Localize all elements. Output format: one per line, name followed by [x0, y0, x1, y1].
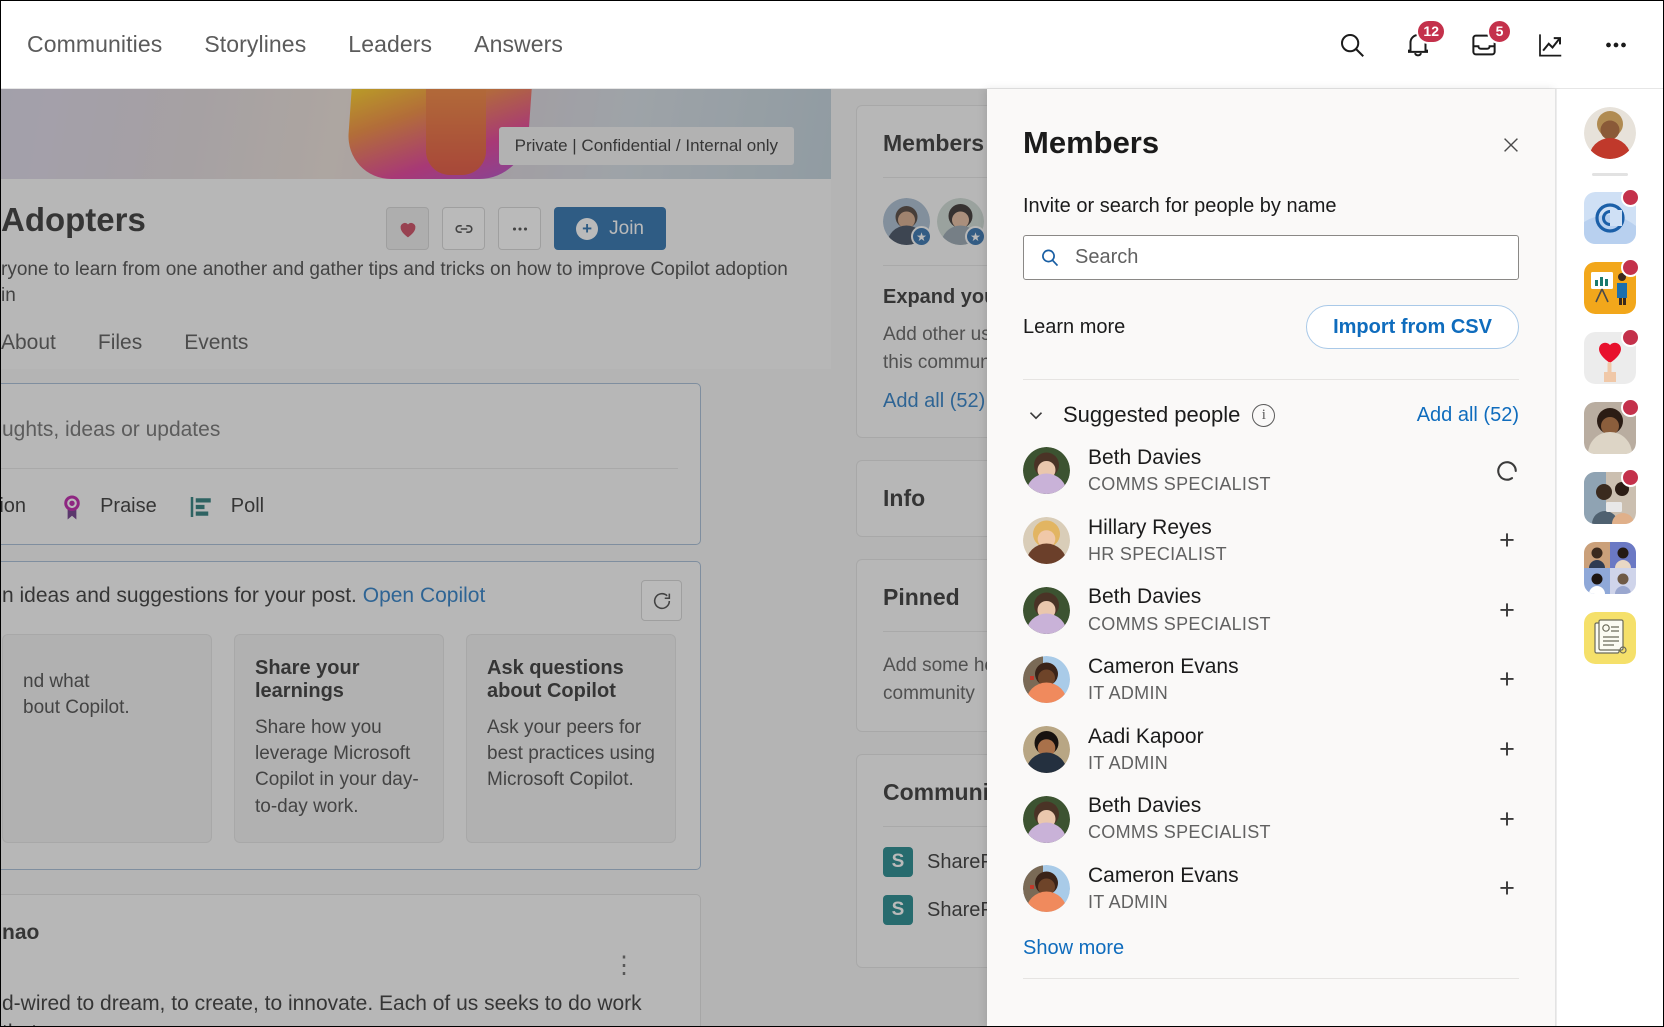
person-text: Aadi Kapoor IT ADMIN — [1088, 724, 1204, 776]
members-panel-title: Members — [1023, 125, 1160, 160]
person-text: Beth Davies COMMS SPECIALIST — [1088, 584, 1271, 636]
avatar — [1023, 586, 1070, 634]
notification-dot — [1621, 188, 1640, 207]
search-icon — [1042, 249, 1059, 266]
notification-dot — [1621, 468, 1640, 487]
person-text: Cameron Evans IT ADMIN — [1088, 863, 1239, 915]
list-item[interactable]: Beth Davies COMMS SPECIALIST — [987, 436, 1555, 506]
list-item[interactable]: Cameron Evans IT ADMIN + — [987, 854, 1555, 924]
members-panel-subtitle: Invite or search for people by name — [1023, 195, 1337, 217]
notification-dot — [1621, 328, 1640, 347]
add-all-link[interactable]: Add all (52) — [1417, 404, 1519, 427]
search-input[interactable] — [1075, 246, 1504, 269]
info-icon[interactable]: i — [1252, 403, 1276, 427]
members-flyout-panel: Members Invite or search for people by n… — [987, 89, 1556, 1026]
close-icon[interactable] — [1493, 127, 1529, 163]
avatar — [1023, 725, 1070, 773]
person-name: Hillary Reyes — [1088, 515, 1212, 539]
members-panel-header: Members Invite or search for people by n… — [987, 89, 1555, 349]
person-name: Beth Davies — [1088, 446, 1202, 469]
notification-dot — [1621, 258, 1640, 277]
person-name: Cameron Evans — [1088, 654, 1239, 678]
avatar — [1023, 865, 1070, 913]
person-name: Beth Davies — [1088, 794, 1202, 818]
person-text: Cameron Evans IT ADMIN — [1088, 654, 1239, 706]
member-search-box[interactable] — [1023, 235, 1519, 280]
people-photo-icon[interactable] — [1584, 468, 1640, 524]
list-item[interactable]: Hillary Reyes HR SPECIALIST + — [987, 506, 1555, 576]
list-item[interactable]: Beth Davies COMMS SPECIALIST + — [987, 784, 1555, 854]
heart-app-icon[interactable] — [1584, 328, 1640, 384]
person-text: Beth Davies COMMS SPECIALIST — [1088, 793, 1271, 845]
import-from-csv-button[interactable]: Import from CSV — [1306, 305, 1519, 349]
avatar — [1023, 516, 1070, 564]
person-role: HR SPECIALIST — [1088, 543, 1227, 564]
add-person-icon[interactable]: + — [1489, 731, 1525, 767]
avatar — [1023, 795, 1070, 843]
notification-dot — [1621, 398, 1640, 417]
add-person-icon[interactable]: + — [1489, 522, 1525, 558]
group-grid-icon[interactable] — [1584, 542, 1636, 594]
learn-import-row: Learn more Import from CSV — [1023, 305, 1519, 349]
suggested-people-header: Suggested people i Add all (52) — [987, 380, 1555, 428]
add-person-icon[interactable]: + — [1489, 801, 1525, 837]
chevron-down-icon[interactable] — [1023, 402, 1049, 428]
person-role: COMMS SPECIALIST — [1088, 822, 1271, 843]
person-text: Beth Davies COMMS SPECIALIST — [1088, 445, 1271, 497]
person-role: IT ADMIN — [1088, 683, 1169, 704]
show-more-link[interactable]: Show more — [987, 923, 1555, 960]
person-role: COMMS SPECIALIST — [1088, 613, 1271, 634]
presentation-app-icon[interactable] — [1584, 258, 1640, 314]
learn-more-link[interactable]: Learn more — [1023, 316, 1125, 339]
list-item[interactable]: Beth Davies COMMS SPECIALIST + — [987, 575, 1555, 645]
avatar — [1023, 656, 1070, 704]
person-role: COMMS SPECIALIST — [1088, 474, 1271, 495]
person-photo-icon[interactable] — [1584, 398, 1640, 454]
right-app-rail — [1556, 89, 1663, 1026]
suggested-people-list: Beth Davies COMMS SPECIALIST Hillary Rey… — [987, 428, 1555, 923]
person-role: IT ADMIN — [1088, 892, 1169, 913]
person-name: Beth Davies — [1088, 585, 1202, 609]
person-role: IT ADMIN — [1088, 752, 1169, 773]
document-app-icon[interactable] — [1584, 612, 1636, 664]
add-person-icon[interactable]: + — [1489, 871, 1525, 907]
avatar[interactable] — [1584, 107, 1636, 159]
add-person-icon[interactable]: + — [1489, 592, 1525, 628]
person-name: Aadi Kapoor — [1088, 724, 1204, 748]
list-item[interactable]: Cameron Evans IT ADMIN + — [987, 645, 1555, 715]
suggested-people-label: Suggested people — [1063, 402, 1241, 427]
avatar — [1023, 447, 1070, 495]
list-item[interactable]: Aadi Kapoor IT ADMIN + — [987, 715, 1555, 785]
divider — [1592, 173, 1628, 176]
person-name: Cameron Evans — [1088, 863, 1239, 887]
person-text: Hillary Reyes HR SPECIALIST — [1088, 515, 1227, 567]
divider — [1023, 978, 1519, 980]
add-person-icon[interactable]: + — [1489, 662, 1525, 698]
loading-spinner-icon — [1489, 453, 1525, 489]
copilot-app-icon[interactable] — [1584, 188, 1640, 244]
